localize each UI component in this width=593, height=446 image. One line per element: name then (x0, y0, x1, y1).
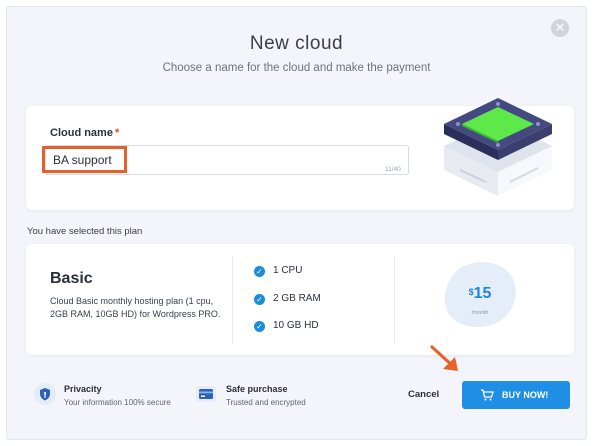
cancel-button[interactable]: Cancel (408, 389, 439, 400)
dialog-subtitle: Choose a name for the cloud and make the… (162, 62, 431, 74)
plan-price: $15 (463, 285, 497, 303)
plan-divider (232, 256, 233, 344)
feature-text: 1 CPU (273, 265, 303, 276)
buy-now-button[interactable]: BUY NOW! (462, 381, 570, 409)
safe-purchase-title: Safe purchase (226, 384, 288, 394)
character-counter: 11/40 (385, 166, 401, 173)
buy-now-label: BUY NOW! (502, 390, 549, 400)
price-currency: $ (468, 287, 474, 297)
safe-purchase-subtitle: Trusted and encrypted (226, 398, 306, 407)
arrow-annotation-icon (430, 345, 458, 371)
plan-description: Cloud Basic monthly hosting plan (1 cpu,… (50, 296, 221, 319)
cart-icon (481, 389, 494, 401)
selected-plan-heading: You have selected this plan (27, 226, 143, 237)
check-icon: ✓ (254, 294, 265, 305)
plan-divider (394, 256, 395, 344)
required-marker: * (114, 127, 120, 139)
cloud-name-label-text: Cloud name (50, 127, 113, 139)
server-illustration (444, 98, 552, 196)
credit-card-icon (196, 386, 216, 402)
plan-name: Basic (50, 270, 93, 287)
shield-icon (34, 383, 56, 405)
feature-text: 10 GB HD (273, 320, 319, 331)
price-period: /month (471, 310, 489, 316)
check-icon: ✓ (254, 321, 265, 332)
price-amount: 15 (473, 285, 492, 302)
cloud-name-label: Cloud name * (50, 127, 119, 139)
privacity-subtitle: Your information 100% secure (64, 398, 171, 407)
privacity-title: Privacity (64, 384, 102, 394)
dialog-title: New cloud (249, 33, 344, 54)
feature-text: 2 GB RAM (273, 293, 321, 304)
check-icon: ✓ (254, 266, 265, 277)
cloud-name-field[interactable] (45, 145, 409, 175)
cloud-name-input[interactable] (53, 151, 121, 169)
